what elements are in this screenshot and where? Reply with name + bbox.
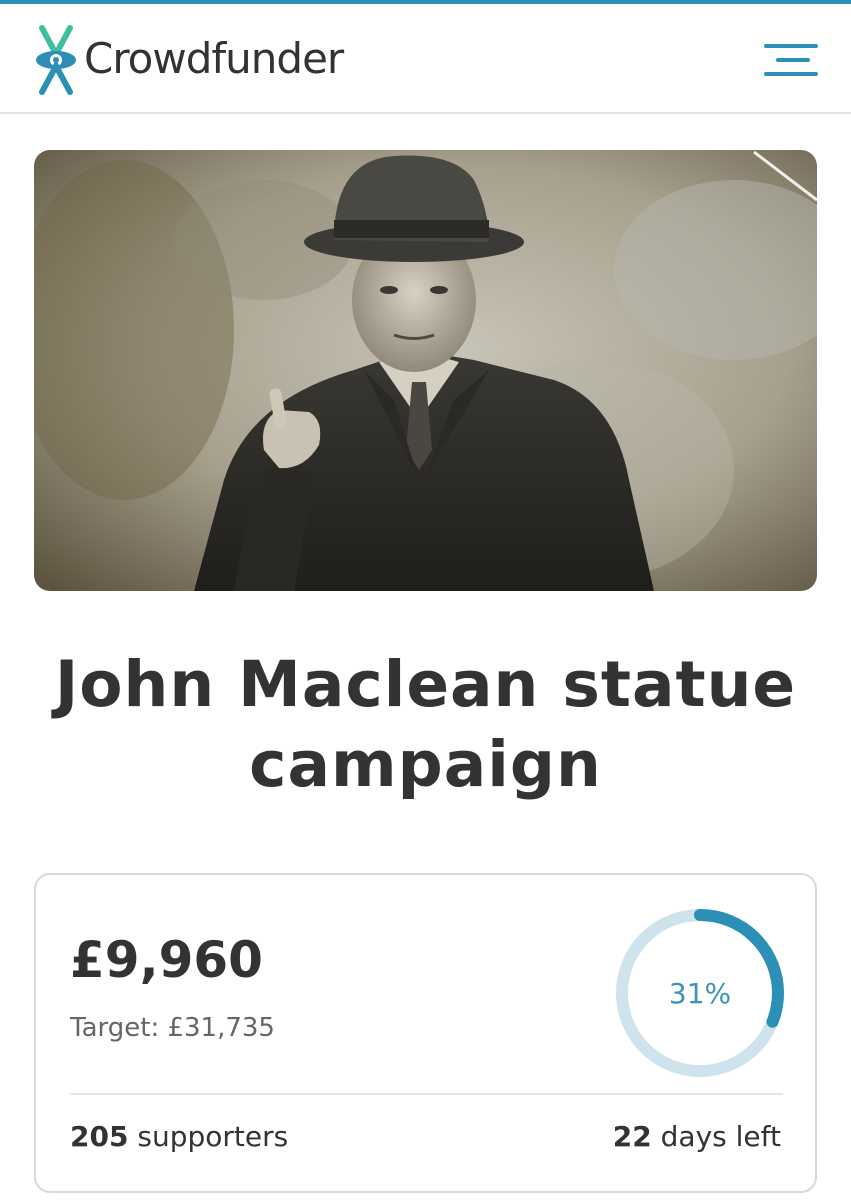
hamburger-menu-icon[interactable]: [764, 42, 818, 78]
card-divider: [70, 1093, 783, 1095]
brand-name: Crowdfunder: [84, 34, 344, 83]
crowdfunder-logo-icon: [36, 25, 76, 95]
supporters-number: 205: [70, 1120, 129, 1153]
target-amount: Target: £31,735: [70, 1013, 275, 1043]
progress-percent: 31%: [668, 976, 732, 1010]
site-header: Crowdfunder: [0, 4, 851, 114]
days-left: 22 days left: [613, 1123, 781, 1151]
supporters-label: supporters: [137, 1120, 289, 1153]
campaign-hero-image: [34, 150, 817, 591]
crowdfunder-logo[interactable]: Crowdfunder: [32, 24, 352, 96]
amount-raised: £9,960: [70, 931, 263, 989]
days-number: 22: [612, 1120, 652, 1153]
supporters-count: 205 supporters: [70, 1123, 288, 1151]
campaign-title: John Maclean statue campaign: [54, 648, 797, 801]
days-label: days left: [660, 1120, 781, 1153]
funding-summary-card: £9,960 Target: £31,735 31% 205 supporter…: [34, 873, 817, 1193]
